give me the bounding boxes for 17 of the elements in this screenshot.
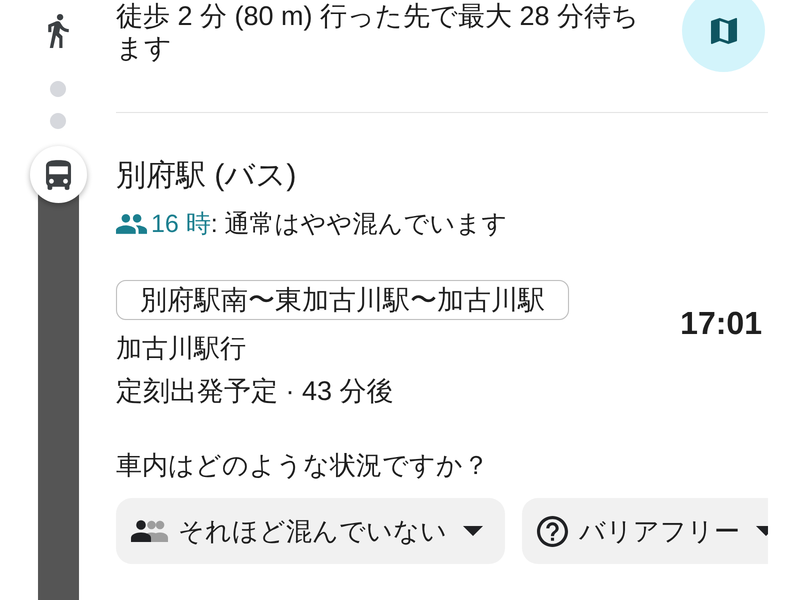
walking-person-icon bbox=[48, 14, 68, 48]
accessibility-dropdown[interactable]: バリアフリー bbox=[522, 498, 768, 564]
stop-name: 別府駅 (バス) bbox=[116, 158, 298, 194]
crowd-forecast-text: 16 時: 通常はやや混んでいます bbox=[151, 209, 508, 240]
caret-icon bbox=[463, 526, 483, 536]
feedback-question: 車内はどのような状況ですか？ bbox=[116, 449, 490, 482]
route-chip: 別府駅南〜東加古川駅〜加古川駅 bbox=[116, 280, 569, 320]
people-icon bbox=[116, 214, 147, 234]
destination-text: 加古川駅行 bbox=[116, 332, 246, 365]
help-icon bbox=[537, 516, 568, 546]
bus-icon bbox=[30, 146, 86, 203]
departure-status: 定刻出発予定 · 43 分後 bbox=[116, 375, 395, 408]
crowding-dropdown[interactable]: それほど混んでいない bbox=[116, 498, 505, 564]
departure-time: 17:01 bbox=[680, 304, 762, 342]
people-crowd-icon bbox=[131, 520, 168, 542]
map-icon bbox=[710, 18, 736, 44]
walk-instruction-text: 徒歩 2 分 (80 m) 行った先で最大 28 分待ちます bbox=[116, 0, 640, 64]
